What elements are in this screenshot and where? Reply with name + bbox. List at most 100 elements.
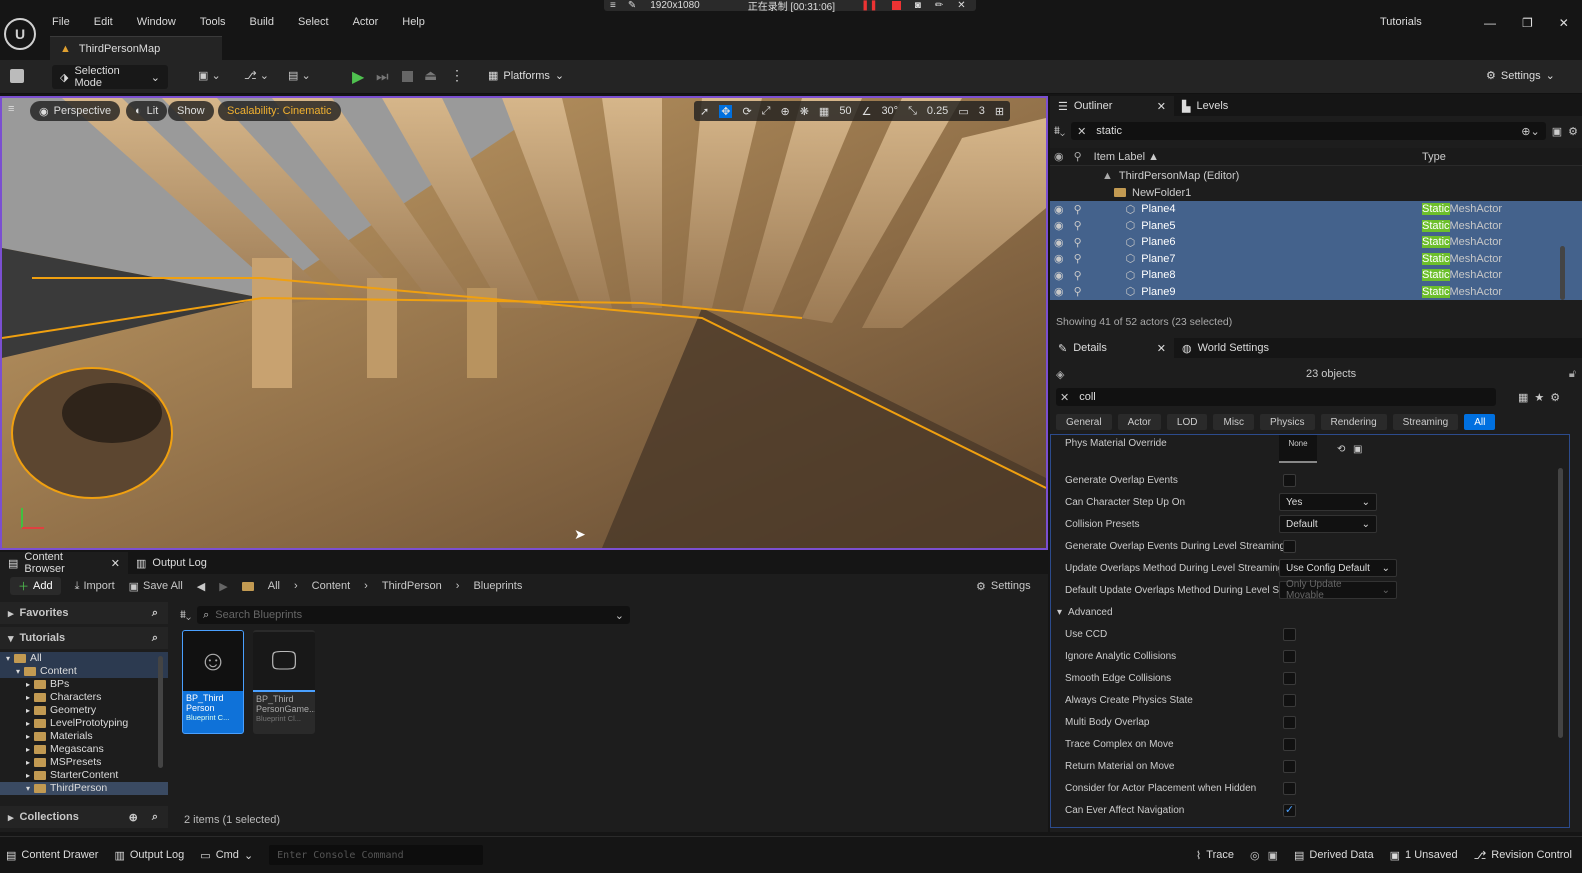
asset-tile[interactable]: 🖵︎ BP_Third PersonGame... Blueprint Cl..…	[253, 630, 315, 734]
more-icon[interactable]: ⋮	[450, 67, 464, 84]
minimize-rec-icon[interactable]: ≡	[610, 0, 616, 11]
play-icon[interactable]: ▶	[352, 67, 364, 87]
checkbox[interactable]	[1283, 693, 1296, 707]
scale-snap-value[interactable]: 0.25	[927, 105, 948, 117]
filter-all[interactable]: All	[1464, 414, 1496, 430]
save-icon[interactable]	[10, 69, 24, 83]
forward-icon[interactable]: ▶	[219, 580, 227, 593]
grid-view-icon[interactable]: ▦	[1518, 391, 1528, 404]
chevron-icon[interactable]: ▸	[26, 717, 30, 730]
checkbox[interactable]	[1283, 539, 1296, 553]
skip-icon[interactable]: ⏭	[376, 68, 389, 85]
content-drawer-button[interactable]: ▤ Content Drawer	[6, 849, 98, 862]
collections-header[interactable]: ▸ Collections ⊕ ⌕	[0, 806, 168, 828]
camera-icon[interactable]: ◙	[915, 0, 921, 11]
levels-tab[interactable]: ▙ Levels	[1174, 95, 1236, 117]
import-button[interactable]: ⤓ Import	[75, 580, 115, 593]
eye-icon[interactable]: ◉	[1054, 285, 1064, 298]
pin-icon[interactable]: ⚲	[1074, 252, 1082, 265]
path-content[interactable]: Content	[312, 580, 351, 592]
close-icon[interactable]: ✕	[1559, 16, 1569, 30]
tree-folder-item[interactable]: ▾ Content	[0, 665, 168, 678]
tree-folder-item[interactable]: ▸ Materials	[0, 730, 168, 743]
outliner-row[interactable]: ◉ ⚲ ⬡ Plane8 StaticMeshActor	[1050, 267, 1582, 284]
pin-icon[interactable]: ⚲	[1074, 203, 1082, 216]
grid-snap-value[interactable]: 50	[839, 105, 851, 117]
checkbox[interactable]	[1283, 715, 1296, 729]
pin-icon[interactable]: ✎	[628, 0, 636, 11]
filter-misc[interactable]: Misc	[1213, 414, 1255, 430]
world-local-icon[interactable]: ⊕	[780, 105, 789, 118]
add-button[interactable]: ＋ Add	[10, 577, 61, 595]
screenshot-icon[interactable]: ▣	[1268, 849, 1278, 862]
output-log-button[interactable]: ▥ Output Log	[114, 849, 184, 862]
cb-settings-button[interactable]: ⚙ Settings	[976, 580, 1031, 593]
outliner-row[interactable]: ◉ ⚲ ⬡ Plane5 StaticMeshActor	[1050, 217, 1582, 234]
lock-icon[interactable]: 🔓︎	[1569, 368, 1576, 381]
visibility-header-icon[interactable]: ◉	[1054, 150, 1064, 163]
eye-icon[interactable]: ◉	[1054, 269, 1064, 282]
filter-streaming[interactable]: Streaming	[1392, 414, 1459, 430]
eye-icon[interactable]: ◉	[1054, 252, 1064, 265]
outliner-row[interactable]: ◉ ⚲ ⬡ Plane4 StaticMeshActor	[1050, 201, 1582, 218]
chevron-icon[interactable]: ▾	[16, 665, 20, 678]
pin-icon[interactable]: ⚲	[1074, 219, 1082, 232]
outliner-search-input[interactable]: ✕ static ⊕⌄	[1071, 122, 1546, 140]
content-browser-tab[interactable]: ▤ Content Browser ✕	[0, 551, 128, 575]
tree-scrollbar[interactable]	[158, 656, 163, 768]
close-tab-icon[interactable]: ✕	[1157, 342, 1166, 355]
chevron-icon[interactable]: ▾	[26, 782, 30, 795]
tree-folder-item[interactable]: ▸ MSPresets	[0, 756, 168, 769]
menu-file[interactable]: File	[52, 16, 70, 28]
chevron-icon[interactable]: ▸	[26, 691, 30, 704]
pause-icon[interactable]: ❚❚	[861, 0, 878, 11]
eye-icon[interactable]: ◉	[1054, 236, 1064, 249]
asset-tile[interactable]: ☺ BP_Third Person Blueprint C...	[182, 630, 244, 734]
outliner-scrollbar[interactable]	[1560, 246, 1565, 300]
property-dropdown[interactable]: Default ⌄	[1279, 515, 1377, 533]
checkbox[interactable]	[1283, 671, 1296, 685]
chevron-icon[interactable]: ▸	[26, 730, 30, 743]
menu-help[interactable]: Help	[402, 16, 425, 28]
save-all-button[interactable]: ▣ Save All	[129, 580, 183, 593]
pin-icon[interactable]: ⚲	[1074, 269, 1082, 282]
clear-search-icon[interactable]: ✕	[1060, 391, 1069, 404]
menu-tools[interactable]: Tools	[200, 16, 226, 28]
filter-physics[interactable]: Physics	[1260, 414, 1315, 430]
filter-rendering[interactable]: Rendering	[1320, 414, 1387, 430]
map-row[interactable]: ▲ ThirdPersonMap (Editor)	[1050, 168, 1582, 185]
path-blueprints[interactable]: Blueprints	[473, 580, 522, 592]
scale-tool-icon[interactable]: ⤢	[762, 105, 771, 118]
perspective-button[interactable]: ◉ Perspective	[30, 101, 121, 121]
eye-icon[interactable]: ◉	[1054, 203, 1064, 216]
lit-button[interactable]: ◐ Lit	[126, 101, 168, 121]
viewport-menu-icon[interactable]: ≡	[8, 103, 14, 115]
browse-icon[interactable]: ⟲	[1337, 444, 1345, 455]
cmd-button[interactable]: ▭ Cmd ⌄	[200, 849, 253, 862]
star-icon[interactable]: ★	[1534, 391, 1544, 404]
platforms-button[interactable]: ▦ Platforms ⌄	[488, 69, 564, 83]
derived-data-button[interactable]: ▤ Derived Data	[1294, 849, 1374, 862]
revision-control-button[interactable]: ⎇ Revision Control	[1474, 849, 1572, 862]
filter-icon[interactable]: ⩩⌄	[180, 609, 191, 622]
stop-icon[interactable]	[402, 71, 413, 82]
surface-snap-icon[interactable]: ❋	[800, 105, 809, 118]
level-viewport[interactable]: ≡ ◉ Perspective ◐ Lit Show Scalability: …	[0, 96, 1048, 550]
outliner-tab[interactable]: ☰ Outliner ✕	[1050, 96, 1174, 116]
chevron-icon[interactable]: ▸	[26, 743, 30, 756]
add-icon[interactable]: ⊕⌄	[1521, 125, 1539, 138]
details-scrollbar[interactable]	[1558, 468, 1563, 738]
eye-icon[interactable]: ◉	[1054, 219, 1064, 232]
tree-folder-item[interactable]: ▸ StarterContent	[0, 769, 168, 782]
details-search-input[interactable]: ✕ coll	[1056, 388, 1496, 406]
search-icon[interactable]: ⌕	[152, 632, 158, 645]
chevron-icon[interactable]: ▸	[26, 756, 30, 769]
world-settings-tab[interactable]: ◍ World Settings	[1174, 337, 1277, 359]
rotation-snap-value[interactable]: 30°	[881, 105, 898, 117]
property-dropdown[interactable]: Yes ⌄	[1279, 493, 1377, 511]
camera-speed-icon[interactable]: ▭	[958, 105, 968, 118]
property-dropdown[interactable]: Use Config Default ⌄	[1279, 559, 1397, 577]
pin-icon[interactable]: ⚲	[1074, 236, 1082, 249]
advanced-section-header[interactable]: ▾ Advanced	[1051, 601, 1569, 623]
pin-header-icon[interactable]: ⚲	[1074, 150, 1082, 163]
